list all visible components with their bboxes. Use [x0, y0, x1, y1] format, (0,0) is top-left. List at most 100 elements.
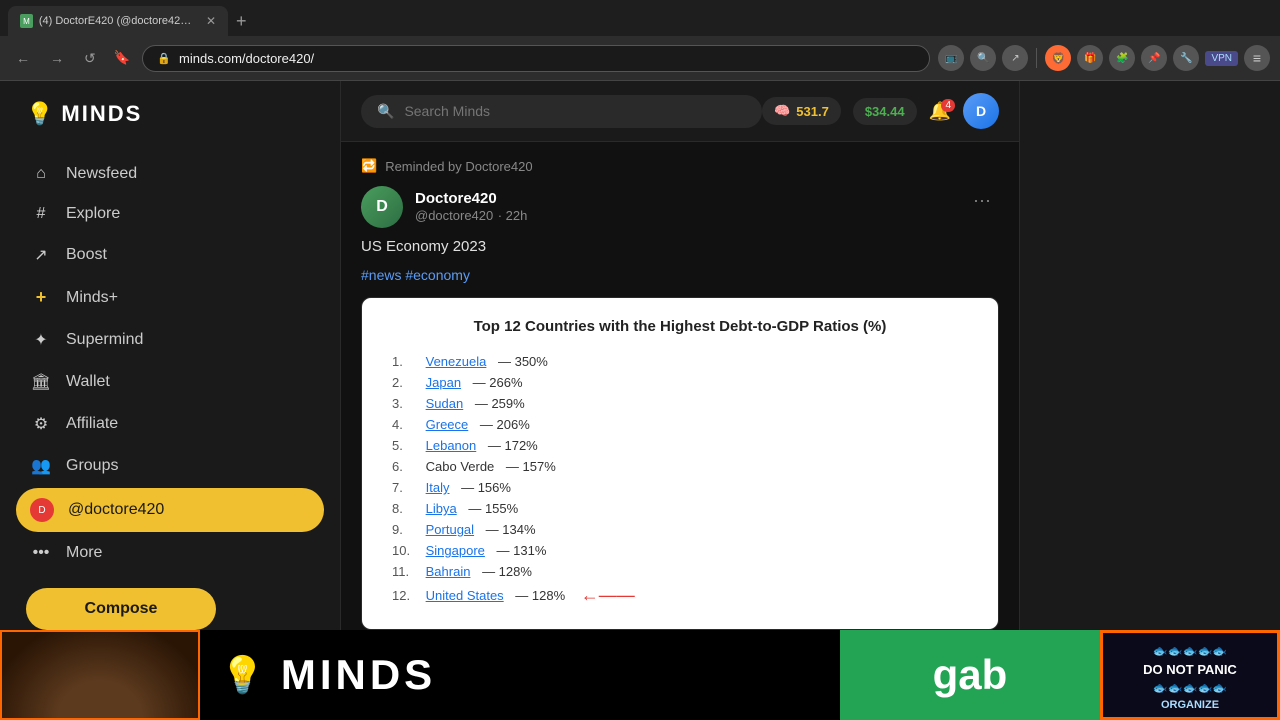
more-icon: ••• — [30, 544, 52, 562]
sidebar-label-more: More — [66, 544, 102, 562]
profile-icon: D — [30, 498, 54, 522]
post-user-info: Doctore420 @doctore420 · 22h — [415, 190, 527, 225]
sidebar-item-explore[interactable]: # Explore — [16, 195, 324, 233]
list-item: 10. Singapore — 131% — [392, 540, 968, 561]
post-time: 22h — [506, 208, 528, 223]
points-icon: 🧠 — [774, 103, 790, 119]
list-item: 7. Italy — 156% — [392, 477, 968, 498]
brave-button[interactable]: 🦁 — [1045, 45, 1071, 71]
compose-button[interactable]: Compose — [26, 588, 216, 630]
sidebar-item-boost[interactable]: ↗ Boost — [16, 235, 324, 275]
do-not-panic-banner: 🐟🐟🐟🐟🐟 DO NOT PANIC 🐟🐟🐟🐟🐟 ORGANIZE — [1100, 630, 1280, 720]
back-button[interactable]: ← — [10, 46, 36, 70]
extension-button-1[interactable]: 🧩 — [1109, 45, 1135, 71]
chart-title: Top 12 Countries with the Highest Debt-t… — [382, 318, 978, 335]
tab-bar: M (4) DoctorE420 (@doctore420) | ... ✕ + — [0, 0, 1280, 36]
sidebar-item-newsfeed[interactable]: ⌂ Newsfeed — [16, 155, 324, 193]
extension-button-2[interactable]: 📌 — [1141, 45, 1167, 71]
points-value: 531.7 — [796, 104, 829, 119]
post-chart-image: Top 12 Countries with the Highest Debt-t… — [361, 297, 999, 630]
gab-banner: gab — [840, 630, 1100, 720]
sidebar-label-profile: @doctore420 — [68, 501, 164, 519]
nav-bar: ← → ↺ 🔖 🔒 minds.com/doctore420/ 📺 🔍 ↗ 🦁 … — [0, 36, 1280, 80]
extension-button-3[interactable]: 🔧 — [1173, 45, 1199, 71]
sidebar-logo: 💡 MINDS — [16, 101, 324, 127]
affiliate-icon: ⚙ — [30, 414, 52, 434]
newsfeed-icon: ⌂ — [30, 165, 52, 183]
new-tab-button[interactable]: + — [228, 11, 255, 32]
list-item: 8. Libya — 155% — [392, 498, 968, 519]
boost-icon: ↗ — [30, 245, 52, 265]
groups-icon: 👥 — [30, 456, 52, 476]
fish-decoration-top: 🐟🐟🐟🐟🐟 — [1153, 644, 1228, 658]
reload-button[interactable]: ↺ — [78, 46, 102, 71]
bookmark-button[interactable]: 🔖 — [110, 46, 135, 70]
notifications-button[interactable]: 🔔 4 — [929, 101, 951, 122]
sidebar-item-affiliate[interactable]: ⚙ Affiliate — [16, 404, 324, 444]
minds-plus-icon: + — [30, 287, 52, 308]
list-item: 3. Sudan — 259% — [392, 393, 968, 414]
red-arrow-annotation: ←—— — [581, 585, 635, 606]
wallet-icon: 🏛 — [30, 372, 52, 392]
minds-logo-text: MINDS — [61, 101, 142, 127]
minds-banner-logo: 💡 MINDS — [220, 651, 436, 699]
search-bar[interactable]: 🔍 — [361, 95, 762, 128]
sidebar-item-profile[interactable]: D @doctore420 — [16, 488, 324, 532]
post-text: US Economy 2023 — [361, 238, 999, 255]
minds-banner: 💡 MINDS — [200, 630, 840, 720]
post-more-options-button[interactable]: ··· — [965, 186, 999, 215]
screen-cast-button[interactable]: 📺 — [938, 45, 964, 71]
url-display: minds.com/doctore420/ — [179, 51, 915, 66]
list-item: 1. Venezuela — 350% — [392, 351, 968, 372]
share-button[interactable]: ↗ — [1002, 45, 1028, 71]
post-time-separator: · — [498, 208, 506, 223]
minds-banner-text: MINDS — [281, 651, 436, 699]
money-badge: $34.44 — [853, 98, 917, 125]
notification-count: 4 — [941, 99, 955, 112]
page: 💡 MINDS ⌂ Newsfeed # Explore ↗ Boost + M… — [0, 81, 1280, 720]
tab-favicon: M — [20, 14, 33, 28]
sidebar-label-boost: Boost — [66, 246, 107, 264]
list-item: 9. Portugal — 134% — [392, 519, 968, 540]
webcam-feed — [2, 632, 198, 718]
close-tab-button[interactable]: ✕ — [206, 14, 216, 28]
sidebar-item-groups[interactable]: 👥 Groups — [16, 446, 324, 486]
search-icon: 🔍 — [377, 103, 394, 120]
remind-indicator-icon: 🔁 — [361, 158, 377, 174]
sidebar-label-wallet: Wallet — [66, 373, 110, 391]
post-author-avatar[interactable]: D — [361, 186, 403, 228]
bottom-overlay: 💡 MINDS gab 🐟🐟🐟🐟🐟 DO NOT PANIC 🐟🐟🐟🐟🐟 ORG… — [0, 630, 1280, 720]
organize-text: ORGANIZE — [1161, 699, 1219, 711]
nav-action-buttons: 📺 🔍 ↗ 🦁 🎁 🧩 📌 🔧 VPN ≡ — [938, 45, 1270, 71]
sidebar-label-groups: Groups — [66, 457, 118, 475]
post-hashtags[interactable]: #news #economy — [361, 267, 999, 283]
active-tab[interactable]: M (4) DoctorE420 (@doctore420) | ... ✕ — [8, 6, 228, 36]
sidebar: 💡 MINDS ⌂ Newsfeed # Explore ↗ Boost + M… — [0, 81, 340, 720]
secure-icon: 🔒 — [157, 52, 171, 65]
vpn-badge[interactable]: VPN — [1205, 51, 1238, 66]
post-user: D Doctore420 @doctore420 · 22h — [361, 186, 527, 228]
sidebar-label-affiliate: Affiliate — [66, 415, 118, 433]
sidebar-item-more[interactable]: ••• More — [16, 534, 324, 572]
gab-text: gab — [933, 651, 1008, 699]
search-input[interactable] — [404, 103, 746, 119]
brave-rewards-button[interactable]: 🎁 — [1077, 45, 1103, 71]
webcam-overlay — [0, 630, 200, 720]
sidebar-item-supermind[interactable]: ✦ Supermind — [16, 320, 324, 360]
user-avatar-button[interactable]: D — [963, 93, 999, 129]
site-header: 🔍 🧠 531.7 $34.44 🔔 4 D — [341, 81, 1019, 142]
address-bar[interactable]: 🔒 minds.com/doctore420/ — [142, 45, 930, 72]
minds-logo-icon: 💡 — [26, 101, 53, 127]
sidebar-item-minds-plus[interactable]: + Minds+ — [16, 277, 324, 318]
sidebar-item-wallet[interactable]: 🏛 Wallet — [16, 362, 324, 402]
browser-chrome: M (4) DoctorE420 (@doctore420) | ... ✕ +… — [0, 0, 1280, 81]
do-not-panic-text: DO NOT PANIC — [1143, 662, 1237, 677]
forward-button[interactable]: → — [44, 46, 70, 70]
list-item: 11. Bahrain — 128% — [392, 561, 968, 582]
menu-button[interactable]: ≡ — [1244, 45, 1270, 71]
points-badge: 🧠 531.7 — [762, 97, 841, 125]
post-author-name[interactable]: Doctore420 — [415, 190, 527, 207]
list-item: 12. United States — 128% ←—— — [392, 582, 968, 609]
zoom-button[interactable]: 🔍 — [970, 45, 996, 71]
list-item: 2. Japan — 266% — [392, 372, 968, 393]
